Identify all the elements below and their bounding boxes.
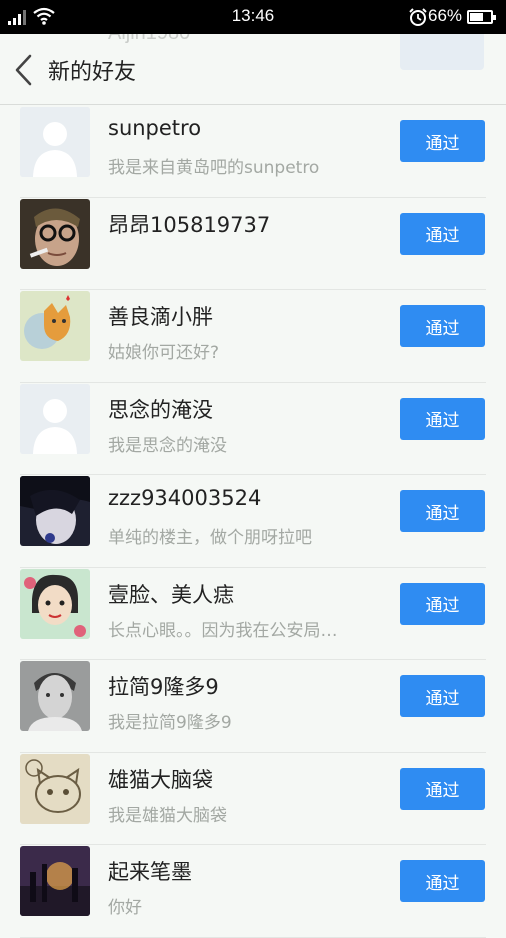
accept-button[interactable]: 通过 bbox=[400, 767, 485, 810]
alarm-icon bbox=[409, 8, 427, 26]
avatar[interactable] bbox=[20, 107, 90, 177]
friend-request-row[interactable]: 善良滴小胖姑娘你可还好? 通过 bbox=[20, 290, 486, 383]
page-title: 新的好友 bbox=[48, 60, 137, 85]
request-message: 长点心眼。。因为我在公安局… bbox=[108, 620, 338, 641]
request-name: 善良滴小胖 bbox=[108, 305, 213, 329]
accept-button[interactable]: 通过 bbox=[400, 582, 485, 625]
avatar[interactable] bbox=[20, 661, 90, 731]
accept-button[interactable]: 通过 bbox=[400, 675, 485, 717]
request-name: zzz934003524 bbox=[108, 486, 262, 510]
scrolled-behind-name: Aijin1980 bbox=[108, 34, 190, 45]
avatar[interactable] bbox=[20, 383, 90, 454]
request-name: 雄猫大脑袋 bbox=[108, 767, 213, 792]
avatar[interactable] bbox=[20, 568, 90, 639]
request-message: 姑娘你可还好? bbox=[108, 343, 220, 363]
accept-button[interactable]: 通过 bbox=[400, 860, 485, 902]
accept-button[interactable]: 通过 bbox=[400, 397, 485, 440]
friend-request-row[interactable]: 昂昂105819737 通过 bbox=[20, 198, 486, 290]
friend-request-row[interactable]: zzz934003524 单纯的楼主，做个朋呀拉吧 通过 bbox=[20, 475, 486, 568]
scrolled-behind-button bbox=[400, 34, 484, 70]
friend-request-list: sunpetro 我是来自黄岛吧的sunpetro 通过 昂昂105819737 通过善… bbox=[0, 105, 506, 938]
avatar[interactable] bbox=[20, 753, 90, 824]
friend-request-row[interactable]: 雄猫大脑袋我是雄猫大脑袋 通过 bbox=[20, 753, 486, 845]
status-bar: 13:46 66% bbox=[0, 0, 506, 34]
request-name: 思念的淹没 bbox=[108, 397, 213, 422]
avatar[interactable] bbox=[20, 198, 90, 269]
accept-button[interactable]: 通过 bbox=[400, 490, 485, 532]
friend-request-row[interactable]: 壹脸、美人痣长点心眼。。因为我在公安局… 通过 bbox=[20, 568, 486, 660]
avatar[interactable] bbox=[20, 476, 90, 546]
friend-request-row[interactable]: sunpetro 我是来自黄岛吧的sunpetro 通过 bbox=[20, 105, 486, 198]
request-message: 你好 bbox=[108, 898, 142, 918]
battery-percent: 66% bbox=[428, 6, 463, 25]
back-arrow-icon[interactable] bbox=[10, 53, 40, 87]
request-message: 我是雄猫大脑袋 bbox=[108, 805, 227, 826]
accept-button[interactable]: 通过 bbox=[400, 120, 485, 162]
request-name: 壹脸、美人痣 bbox=[108, 582, 234, 607]
friend-request-row[interactable]: 拉简9隆多9 我是拉简9隆多9 通过 bbox=[20, 660, 486, 753]
battery-icon bbox=[467, 10, 496, 24]
accept-button[interactable]: 通过 bbox=[400, 212, 485, 255]
request-name: 起来笔墨 bbox=[108, 860, 192, 884]
friend-request-row[interactable]: 思念的淹没我是思念的淹没 通过 bbox=[20, 383, 486, 475]
friend-request-row[interactable]: 起来笔墨你好 通过 bbox=[20, 845, 486, 938]
request-name: 拉简9隆多9 bbox=[108, 675, 219, 699]
request-message: 我是拉简9隆多9 bbox=[108, 713, 232, 733]
request-message: 单纯的楼主，做个朋呀拉吧 bbox=[108, 528, 312, 548]
request-message: 我是思念的淹没 bbox=[108, 435, 227, 456]
request-name: sunpetro bbox=[108, 116, 202, 140]
accept-button[interactable]: 通过 bbox=[400, 305, 485, 347]
header: Aijin1980 新的好友 bbox=[0, 34, 506, 105]
request-name: 昂昂105819737 bbox=[108, 212, 271, 237]
avatar[interactable] bbox=[20, 846, 90, 916]
avatar[interactable] bbox=[20, 291, 90, 361]
request-message: 我是来自黄岛吧的sunpetro bbox=[108, 158, 320, 178]
